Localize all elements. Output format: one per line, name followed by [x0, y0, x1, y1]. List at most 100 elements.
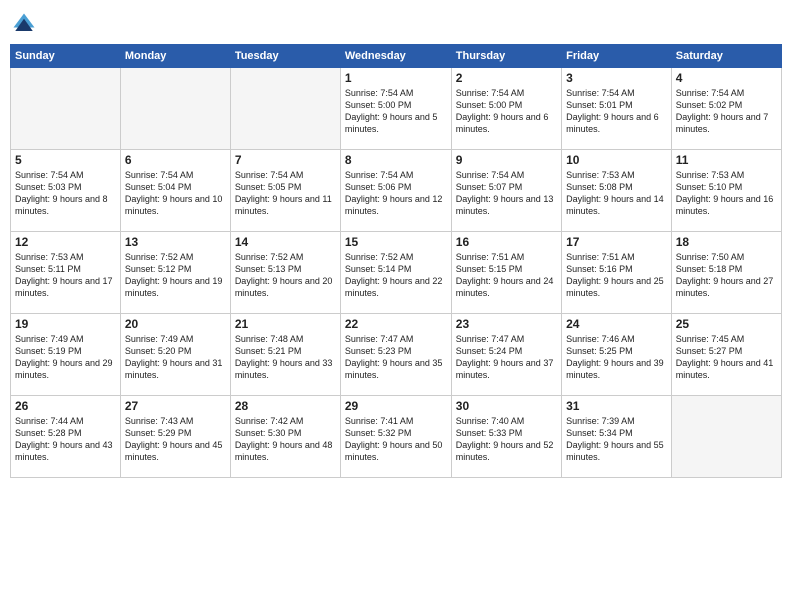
day-number: 11 [676, 153, 777, 167]
cell-29: 29 Sunrise: 7:41 AMSunset: 5:32 PMDayligh… [340, 396, 451, 478]
cell-info: Sunrise: 7:50 AMSunset: 5:18 PMDaylight:… [676, 251, 777, 300]
cell-info: Sunrise: 7:54 AMSunset: 5:07 PMDaylight:… [456, 169, 557, 218]
day-number: 20 [125, 317, 226, 331]
cell-info: Sunrise: 7:47 AMSunset: 5:24 PMDaylight:… [456, 333, 557, 382]
cell-3: 3 Sunrise: 7:54 AMSunset: 5:01 PMDaylight… [562, 68, 672, 150]
day-number: 14 [235, 235, 336, 249]
cell-info: Sunrise: 7:52 AMSunset: 5:14 PMDaylight:… [345, 251, 447, 300]
cell-info: Sunrise: 7:54 AMSunset: 5:02 PMDaylight:… [676, 87, 777, 136]
cell-9: 9Sunrise: 7:54 AMSunset: 5:07 PMDaylight… [451, 150, 561, 232]
week-row-3: 12 Sunrise: 7:53 AMSunset: 5:11 PMDayligh… [11, 232, 782, 314]
cell-14: 14 Sunrise: 7:52 AMSunset: 5:13 PMDayligh… [230, 232, 340, 314]
cell-info: Sunrise: 7:49 AMSunset: 5:19 PMDaylight:… [15, 333, 116, 382]
cell-info: Sunrise: 7:54 AMSunset: 5:01 PMDaylight:… [566, 87, 667, 136]
cell-5: 5 Sunrise: 7:54 AMSunset: 5:03 PMDaylight… [11, 150, 121, 232]
day-number: 8 [345, 153, 447, 167]
cell-31: 31 Sunrise: 7:39 AMSunset: 5:34 PMDayligh… [562, 396, 672, 478]
cell-8: 8 Sunrise: 7:54 AMSunset: 5:06 PMDaylight… [340, 150, 451, 232]
calendar: SundayMondayTuesdayWednesdayThursdayFrid… [10, 44, 782, 478]
cell-24: 24 Sunrise: 7:46 AMSunset: 5:25 PMDayligh… [562, 314, 672, 396]
cell-info: Sunrise: 7:54 AMSunset: 5:00 PMDaylight:… [456, 87, 557, 136]
cell-info: Sunrise: 7:54 AMSunset: 5:05 PMDaylight:… [235, 169, 336, 218]
cell-21: 21 Sunrise: 7:48 AMSunset: 5:21 PMDayligh… [230, 314, 340, 396]
cell-info: Sunrise: 7:44 AMSunset: 5:28 PMDaylight:… [15, 415, 116, 464]
day-number: 18 [676, 235, 777, 249]
col-header-thursday: Thursday [451, 45, 561, 68]
cell-2: 2 Sunrise: 7:54 AMSunset: 5:00 PMDaylight… [451, 68, 561, 150]
cell-info: Sunrise: 7:40 AMSunset: 5:33 PMDaylight:… [456, 415, 557, 464]
cell-empty [230, 68, 340, 150]
day-number: 5 [15, 153, 116, 167]
day-number: 31 [566, 399, 667, 413]
cell-empty [11, 68, 121, 150]
cell-20: 20 Sunrise: 7:49 AMSunset: 5:20 PMDayligh… [120, 314, 230, 396]
cell-30: 30 Sunrise: 7:40 AMSunset: 5:33 PMDayligh… [451, 396, 561, 478]
cell-info: Sunrise: 7:52 AMSunset: 5:13 PMDaylight:… [235, 251, 336, 300]
cell-info: Sunrise: 7:54 AMSunset: 5:04 PMDaylight:… [125, 169, 226, 218]
col-header-monday: Monday [120, 45, 230, 68]
cell-info: Sunrise: 7:39 AMSunset: 5:34 PMDaylight:… [566, 415, 667, 464]
cell-26: 26 Sunrise: 7:44 AMSunset: 5:28 PMDayligh… [11, 396, 121, 478]
day-number: 1 [345, 71, 447, 85]
cell-info: Sunrise: 7:42 AMSunset: 5:30 PMDaylight:… [235, 415, 336, 464]
day-number: 16 [456, 235, 557, 249]
logo [10, 10, 42, 38]
day-number: 22 [345, 317, 447, 331]
page: SundayMondayTuesdayWednesdayThursdayFrid… [0, 0, 792, 612]
week-row-4: 19Sunrise: 7:49 AMSunset: 5:19 PMDayligh… [11, 314, 782, 396]
cell-info: Sunrise: 7:45 AMSunset: 5:27 PMDaylight:… [676, 333, 777, 382]
day-number: 10 [566, 153, 667, 167]
cell-19: 19Sunrise: 7:49 AMSunset: 5:19 PMDayligh… [11, 314, 121, 396]
cell-13: 13 Sunrise: 7:52 AMSunset: 5:12 PMDayligh… [120, 232, 230, 314]
week-row-1: 1 Sunrise: 7:54 AMSunset: 5:00 PMDaylight… [11, 68, 782, 150]
day-number: 2 [456, 71, 557, 85]
cell-10: 10 Sunrise: 7:53 AMSunset: 5:08 PMDayligh… [562, 150, 672, 232]
day-number: 7 [235, 153, 336, 167]
cell-info: Sunrise: 7:53 AMSunset: 5:08 PMDaylight:… [566, 169, 667, 218]
cell-23: 23 Sunrise: 7:47 AMSunset: 5:24 PMDayligh… [451, 314, 561, 396]
day-number: 26 [15, 399, 116, 413]
week-row-5: 26 Sunrise: 7:44 AMSunset: 5:28 PMDayligh… [11, 396, 782, 478]
day-number: 24 [566, 317, 667, 331]
cell-12: 12 Sunrise: 7:53 AMSunset: 5:11 PMDayligh… [11, 232, 121, 314]
cell-17: 17Sunrise: 7:51 AMSunset: 5:16 PMDayligh… [562, 232, 672, 314]
day-number: 27 [125, 399, 226, 413]
cell-info: Sunrise: 7:41 AMSunset: 5:32 PMDaylight:… [345, 415, 447, 464]
cell-info: Sunrise: 7:53 AMSunset: 5:10 PMDaylight:… [676, 169, 777, 218]
day-number: 23 [456, 317, 557, 331]
cell-info: Sunrise: 7:43 AMSunset: 5:29 PMDaylight:… [125, 415, 226, 464]
cell-28: 28 Sunrise: 7:42 AMSunset: 5:30 PMDayligh… [230, 396, 340, 478]
cell-info: Sunrise: 7:53 AMSunset: 5:11 PMDaylight:… [15, 251, 116, 300]
day-number: 21 [235, 317, 336, 331]
cell-7: 7 Sunrise: 7:54 AMSunset: 5:05 PMDaylight… [230, 150, 340, 232]
day-number: 6 [125, 153, 226, 167]
cell-25: 25Sunrise: 7:45 AMSunset: 5:27 PMDayligh… [671, 314, 781, 396]
cell-info: Sunrise: 7:52 AMSunset: 5:12 PMDaylight:… [125, 251, 226, 300]
cell-info: Sunrise: 7:48 AMSunset: 5:21 PMDaylight:… [235, 333, 336, 382]
cell-empty [120, 68, 230, 150]
cell-info: Sunrise: 7:54 AMSunset: 5:03 PMDaylight:… [15, 169, 116, 218]
col-header-tuesday: Tuesday [230, 45, 340, 68]
week-row-2: 5 Sunrise: 7:54 AMSunset: 5:03 PMDaylight… [11, 150, 782, 232]
day-number: 15 [345, 235, 447, 249]
cell-1: 1Sunrise: 7:54 AMSunset: 5:00 PMDaylight… [340, 68, 451, 150]
day-number: 13 [125, 235, 226, 249]
cell-info: Sunrise: 7:49 AMSunset: 5:20 PMDaylight:… [125, 333, 226, 382]
cell-info: Sunrise: 7:51 AMSunset: 5:15 PMDaylight:… [456, 251, 557, 300]
col-header-sunday: Sunday [11, 45, 121, 68]
day-number: 17 [566, 235, 667, 249]
day-number: 4 [676, 71, 777, 85]
day-number: 29 [345, 399, 447, 413]
day-number: 30 [456, 399, 557, 413]
day-number: 28 [235, 399, 336, 413]
cell-11: 11 Sunrise: 7:53 AMSunset: 5:10 PMDayligh… [671, 150, 781, 232]
day-number: 12 [15, 235, 116, 249]
header-row: SundayMondayTuesdayWednesdayThursdayFrid… [11, 45, 782, 68]
cell-18: 18 Sunrise: 7:50 AMSunset: 5:18 PMDayligh… [671, 232, 781, 314]
day-number: 3 [566, 71, 667, 85]
cell-22: 22Sunrise: 7:47 AMSunset: 5:23 PMDayligh… [340, 314, 451, 396]
cell-16: 16 Sunrise: 7:51 AMSunset: 5:15 PMDayligh… [451, 232, 561, 314]
col-header-saturday: Saturday [671, 45, 781, 68]
cell-info: Sunrise: 7:46 AMSunset: 5:25 PMDaylight:… [566, 333, 667, 382]
cell-info: Sunrise: 7:54 AMSunset: 5:06 PMDaylight:… [345, 169, 447, 218]
